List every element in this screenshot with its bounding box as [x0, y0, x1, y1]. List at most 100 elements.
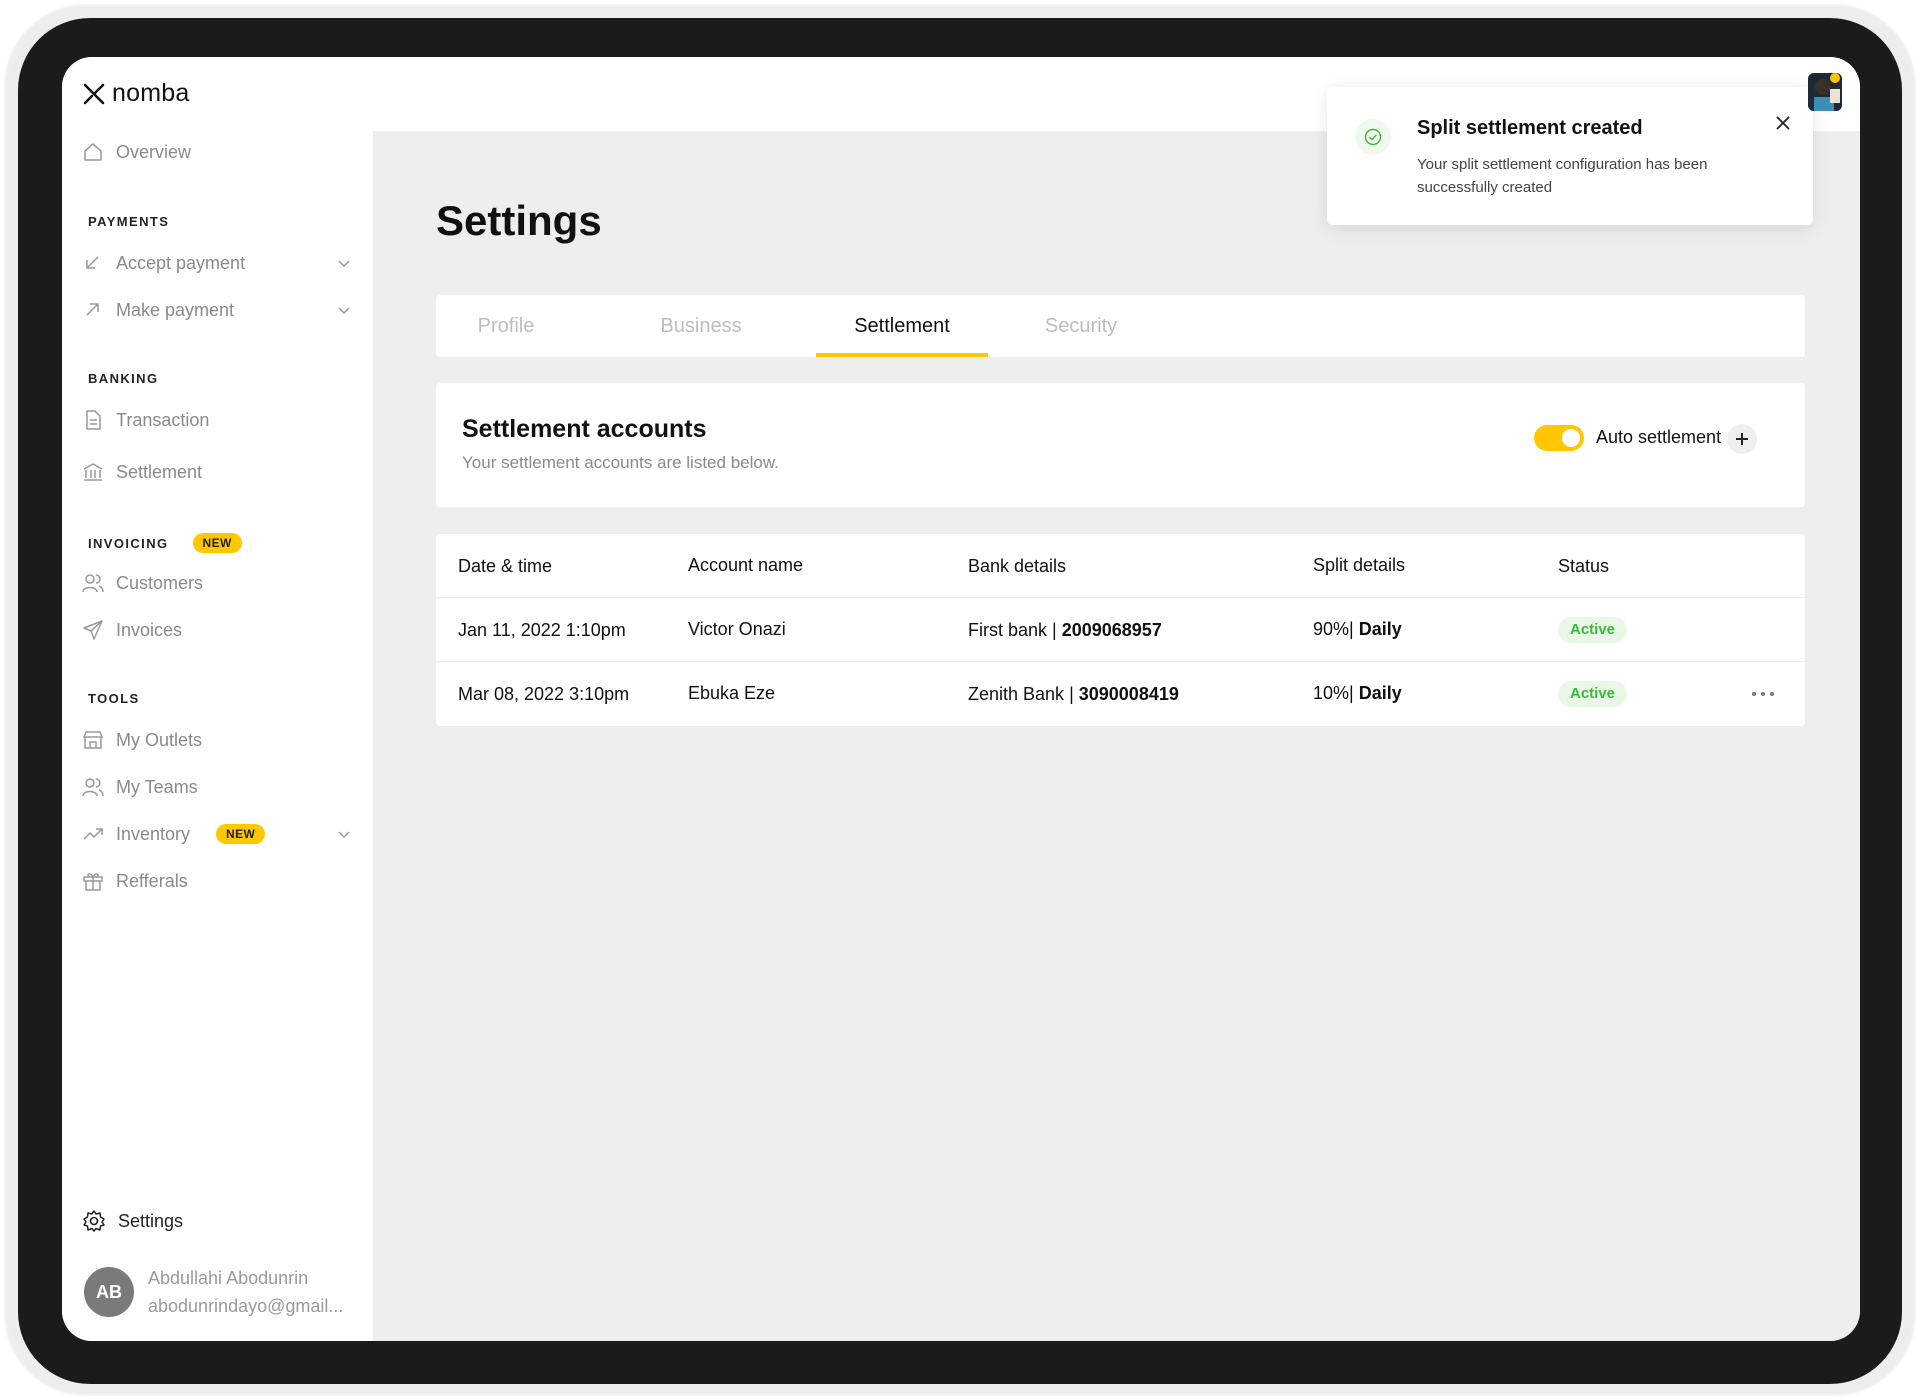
section-label-banking: BANKING — [88, 371, 159, 386]
sidebar-item-label: Customers — [116, 572, 204, 593]
user-profile[interactable]: AB Abdullahi Abodunrin abodunrindayo@gma… — [84, 1264, 343, 1320]
sidebar-item-label: Transaction — [116, 409, 210, 430]
bank-details-cell: Zenith Bank | 3090008419 — [968, 684, 1179, 704]
arrow-up-right-icon — [86, 303, 99, 316]
new-badge: NEW — [192, 533, 242, 553]
toast-title: Split settlement created — [1417, 117, 1643, 139]
sidebar-item-label: Overview — [116, 141, 192, 162]
settlement-table: Date & time Account name Bank details Sp… — [436, 534, 1805, 726]
tab-settlement[interactable]: Settlement — [816, 295, 988, 357]
sidebar-item-label: My Teams — [116, 776, 198, 797]
section-title: Settlement accounts — [462, 415, 707, 443]
section-label-invoicing: INVOICING NEW — [88, 533, 242, 553]
account-name-cell: Ebuka Eze — [688, 683, 776, 703]
sidebar-item-label: My Outlets — [116, 729, 203, 750]
column-header: Account name — [688, 555, 804, 575]
sidebar-item-invoices[interactable]: Invoices — [82, 619, 352, 641]
column-header: Status — [1558, 556, 1610, 576]
settings-tabs: Profile Business Settlement Security — [436, 295, 1805, 357]
users-icon — [82, 574, 104, 593]
sidebar-item-label: Accept payment — [116, 252, 246, 273]
brand-name: nomba — [112, 79, 190, 107]
sidebar-item-my-teams[interactable]: My Teams — [82, 776, 352, 798]
sidebar-item-label: Invoices — [116, 619, 183, 640]
page-title: Settings — [436, 197, 602, 244]
sidebar-item-accept-payment[interactable]: Accept payment — [82, 252, 352, 274]
bank-name: Zenith Bank — [968, 684, 1065, 704]
auto-settlement-toggle[interactable] — [1534, 425, 1584, 451]
status-cell: Active — [1558, 662, 1628, 726]
settlement-accounts-header: Settlement accounts Your settlement acco… — [436, 383, 1805, 507]
new-badge: NEW — [216, 824, 266, 844]
sidebar-item-settlement[interactable]: Settlement — [82, 461, 352, 483]
sidebar-item-make-payment[interactable]: Make payment — [82, 299, 352, 321]
split-percent: 10% — [1313, 683, 1350, 703]
close-icon[interactable] — [1773, 113, 1793, 133]
app-screen: nomba Overview PAYMENTS Accept payment M… — [62, 57, 1860, 1341]
sidebar-item-label: Settings — [118, 1210, 184, 1231]
sidebar-item-refferals[interactable]: Refferals — [82, 870, 352, 892]
table-header-row: Date & time Account name Bank details Sp… — [436, 534, 1805, 598]
users-icon — [82, 778, 104, 797]
table-row[interactable]: Jan 11, 2022 1:10pm Victor Onazi First b… — [436, 597, 1805, 661]
document-icon — [86, 410, 101, 430]
gear-icon — [83, 1210, 105, 1232]
chevron-down-icon[interactable] — [336, 255, 352, 271]
send-icon — [83, 620, 103, 640]
gift-icon — [83, 873, 103, 891]
sidebar-item-label: Settlement — [116, 461, 203, 482]
account-number: 2009068957 — [1061, 620, 1162, 640]
sidebar-item-label: Make payment — [116, 299, 235, 320]
toggle-knob — [1562, 429, 1580, 447]
status-cell: Active — [1558, 598, 1628, 662]
auto-settlement-label: Auto settlement — [1596, 427, 1722, 447]
status-badge: Active — [1558, 617, 1628, 644]
avatar: AB — [84, 1267, 134, 1317]
date-cell: Jan 11, 2022 1:10pm — [458, 620, 626, 640]
section-label-text: INVOICING — [88, 535, 169, 551]
nomba-logo-icon — [83, 83, 105, 104]
tab-profile[interactable]: Profile — [456, 295, 556, 357]
split-frequency: Daily — [1358, 619, 1402, 639]
add-account-button[interactable] — [1727, 424, 1757, 454]
store-icon — [82, 731, 104, 749]
section-label-tools: TOOLS — [88, 691, 140, 706]
sidebar-item-label: Inventory — [116, 823, 191, 844]
split-percent: 90% — [1313, 619, 1350, 639]
date-cell: Mar 08, 2022 3:10pm — [458, 684, 630, 704]
tab-business[interactable]: Business — [646, 295, 756, 357]
split-details-cell: 10%| Daily — [1313, 683, 1402, 703]
arrow-down-left-icon — [86, 256, 99, 269]
account-name-cell: Victor Onazi — [688, 619, 786, 639]
section-label-payments: PAYMENTS — [88, 214, 170, 229]
column-header: Bank details — [968, 556, 1067, 576]
bank-icon — [83, 463, 103, 481]
sidebar-item-overview[interactable]: Overview — [82, 141, 352, 163]
bank-details-cell: First bank | 2009068957 — [968, 620, 1162, 640]
split-details-cell: 90%| Daily — [1313, 619, 1402, 639]
brand-logo[interactable]: nomba — [82, 79, 189, 108]
success-toast: Split settlement created Your split sett… — [1327, 87, 1813, 225]
profile-avatar[interactable] — [1808, 73, 1842, 111]
sidebar-item-customers[interactable]: Customers — [82, 572, 352, 594]
home-icon — [84, 143, 102, 161]
user-email: abodunrindayo@gmail... — [148, 1296, 344, 1316]
check-circle-icon — [1355, 119, 1391, 155]
notification-dot — [1830, 73, 1840, 83]
tab-security[interactable]: Security — [1021, 295, 1141, 357]
sidebar-item-my-outlets[interactable]: My Outlets — [82, 729, 352, 751]
split-frequency: Daily — [1358, 683, 1402, 703]
user-name: Abdullahi Abodunrin — [148, 1268, 309, 1288]
sidebar-item-transaction[interactable]: Transaction — [82, 409, 352, 431]
sidebar-item-settings[interactable]: Settings — [82, 1209, 183, 1233]
trending-up-icon — [83, 828, 103, 840]
status-badge: Active — [1558, 681, 1628, 708]
sidebar-item-label: Refferals — [116, 870, 188, 891]
user-info: Abdullahi Abodunrin abodunrindayo@gmail.… — [148, 1264, 343, 1320]
chevron-down-icon[interactable] — [336, 826, 352, 842]
sidebar-item-inventory[interactable]: Inventory NEW — [82, 823, 352, 845]
account-number: 3090008419 — [1078, 684, 1179, 704]
table-row[interactable]: Mar 08, 2022 3:10pm Ebuka Eze Zenith Ban… — [436, 661, 1805, 725]
more-options-icon[interactable] — [1752, 685, 1780, 703]
chevron-down-icon[interactable] — [336, 302, 352, 318]
